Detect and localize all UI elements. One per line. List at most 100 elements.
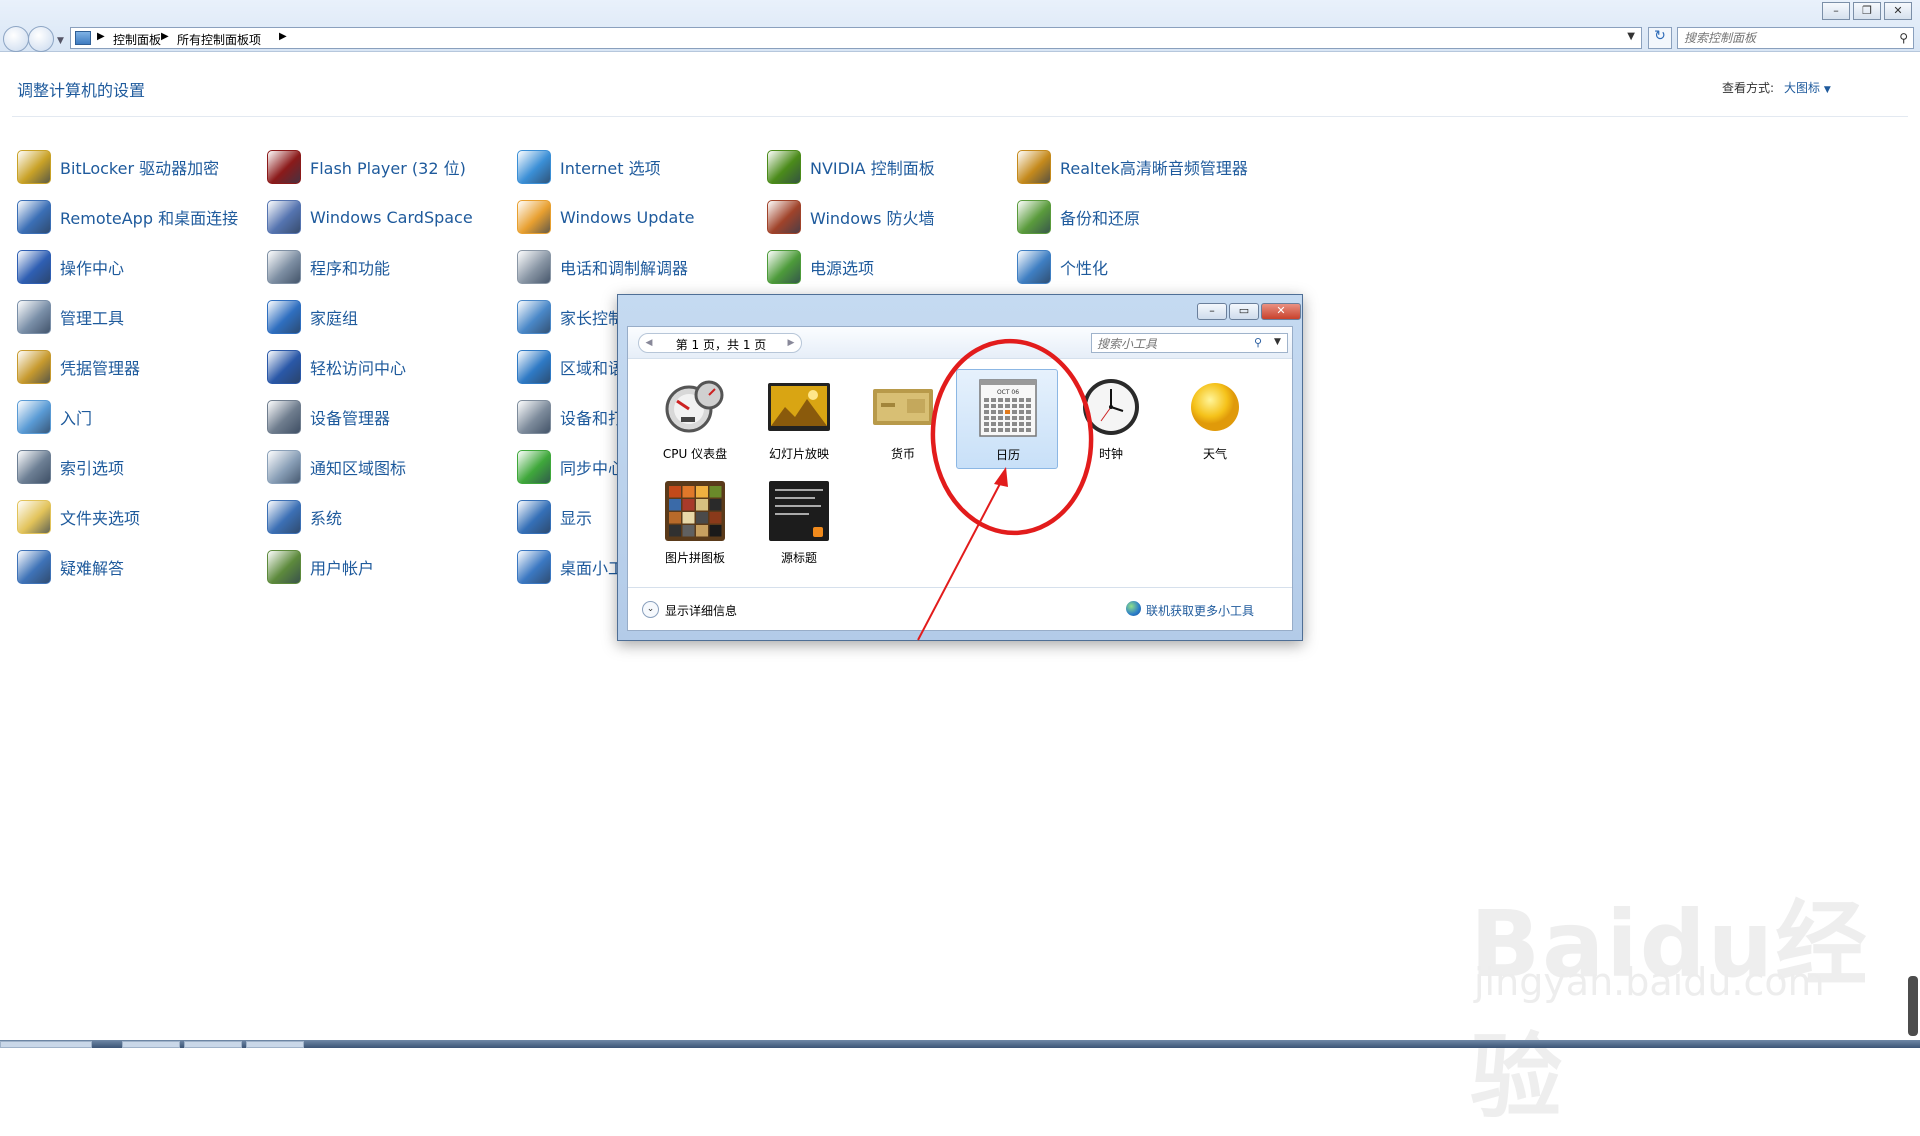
control-panel-item-label[interactable]: 轻松访问中心 xyxy=(310,355,406,379)
control-panel-item[interactable]: Flash Player (32 位) xyxy=(267,150,466,184)
control-panel-item-label[interactable]: 通知区域图标 xyxy=(310,455,406,479)
control-panel-item[interactable]: 凭据管理器 xyxy=(17,350,140,384)
gadget-feed-headlines[interactable]: 源标题 xyxy=(748,473,850,573)
maximize-button[interactable]: ❐ xyxy=(1853,2,1881,20)
chevron-right-icon[interactable]: ▶ xyxy=(97,31,105,42)
control-panel-item-label[interactable]: 家长控制 xyxy=(560,305,624,329)
show-details-button[interactable]: ⌄ xyxy=(642,601,659,618)
dialog-maximize-button[interactable]: ▭ xyxy=(1229,303,1259,320)
breadcrumb[interactable]: ▶ 控制面板 ▶ 所有控制面板项 ▶ ▼ xyxy=(70,27,1642,49)
close-button[interactable]: ✕ xyxy=(1884,2,1912,20)
control-panel-item[interactable]: Windows 防火墙 xyxy=(767,200,935,234)
breadcrumb-control-panel[interactable]: 控制面板 xyxy=(113,31,161,48)
control-panel-item-label[interactable]: 操作中心 xyxy=(60,255,124,279)
control-panel-item[interactable]: 家长控制 xyxy=(517,300,624,334)
control-panel-item-label[interactable]: Realtek高清晰音频管理器 xyxy=(1060,155,1248,179)
control-panel-item-label[interactable]: 个性化 xyxy=(1060,255,1108,279)
control-panel-item[interactable]: 家庭组 xyxy=(267,300,358,334)
control-panel-item-label[interactable]: 电源选项 xyxy=(810,255,874,279)
control-panel-item-label[interactable]: Windows 防火墙 xyxy=(810,205,935,229)
recent-pages-dropdown-icon[interactable]: ▼ xyxy=(57,36,64,46)
gadget-cpu-meter[interactable]: CPU 仪表盘 xyxy=(644,369,746,469)
gadget-clock[interactable]: 时钟 xyxy=(1060,369,1162,469)
control-panel-item[interactable]: 系统 xyxy=(267,500,342,534)
gadget-currency[interactable]: 货币 xyxy=(852,369,954,469)
control-panel-item-label[interactable]: RemoteApp 和桌面连接 xyxy=(60,205,238,229)
chevron-down-icon[interactable]: ▼ xyxy=(1274,337,1281,347)
dialog-minimize-button[interactable]: – xyxy=(1197,303,1227,320)
control-panel-item[interactable]: NVIDIA 控制面板 xyxy=(767,150,935,184)
control-panel-item[interactable]: 管理工具 xyxy=(17,300,124,334)
control-panel-item[interactable]: RemoteApp 和桌面连接 xyxy=(17,200,238,234)
control-panel-item[interactable]: 轻松访问中心 xyxy=(267,350,406,384)
control-panel-item-label[interactable]: 系统 xyxy=(310,505,342,529)
control-panel-item-label[interactable]: 电话和调制解调器 xyxy=(560,255,688,279)
control-panel-item[interactable]: 个性化 xyxy=(1017,250,1108,284)
gadget-slideshow[interactable]: 幻灯片放映 xyxy=(748,369,850,469)
control-panel-item-label[interactable]: 凭据管理器 xyxy=(60,355,140,379)
control-panel-item-label[interactable]: 显示 xyxy=(560,505,592,529)
control-panel-item[interactable]: 设备管理器 xyxy=(267,400,390,434)
control-panel-item[interactable]: BitLocker 驱动器加密 xyxy=(17,150,219,184)
control-panel-item-label[interactable]: 文件夹选项 xyxy=(60,505,140,529)
control-panel-item-label[interactable]: NVIDIA 控制面板 xyxy=(810,155,935,179)
control-panel-item[interactable]: 显示 xyxy=(517,500,592,534)
control-panel-item-label[interactable]: Windows Update xyxy=(560,208,694,227)
address-dropdown-icon[interactable]: ▼ xyxy=(1627,31,1635,42)
next-page-icon[interactable]: ▶ xyxy=(784,336,798,350)
control-panel-item-label[interactable]: 用户帐户 xyxy=(310,555,374,579)
gadget-search-input[interactable] xyxy=(1092,335,1242,353)
control-panel-item[interactable]: Realtek高清晰音频管理器 xyxy=(1017,150,1248,184)
taskbar-button[interactable] xyxy=(122,1041,180,1048)
taskbar-button[interactable] xyxy=(184,1041,242,1048)
back-button[interactable] xyxy=(3,26,29,52)
control-panel-item[interactable]: Internet 选项 xyxy=(517,150,661,184)
control-panel-item[interactable]: Windows Update xyxy=(517,200,694,234)
get-more-gadgets-link[interactable]: 联机获取更多小工具 xyxy=(1146,602,1254,619)
control-panel-item-label[interactable]: Flash Player (32 位) xyxy=(310,155,466,179)
chevron-right-icon[interactable]: ▶ xyxy=(279,31,287,42)
start-button[interactable] xyxy=(0,1041,92,1048)
control-panel-item-label[interactable]: 备份和还原 xyxy=(1060,205,1140,229)
search-box[interactable]: ⚲ xyxy=(1677,27,1914,49)
chevron-right-icon[interactable]: ▶ xyxy=(161,31,169,42)
gadget-picture-puzzle[interactable]: 图片拼图板 xyxy=(644,473,746,573)
control-panel-item[interactable]: 同步中心 xyxy=(517,450,624,484)
control-panel-item-label[interactable]: Internet 选项 xyxy=(560,155,661,179)
control-panel-item-label[interactable]: 入门 xyxy=(60,405,92,429)
search-icon[interactable]: ⚲ xyxy=(1899,31,1908,45)
view-by-dropdown[interactable]: 大图标 ▼ xyxy=(1784,79,1831,96)
control-panel-item[interactable]: 通知区域图标 xyxy=(267,450,406,484)
control-panel-item[interactable]: 疑难解答 xyxy=(17,550,124,584)
control-panel-item[interactable]: 程序和功能 xyxy=(267,250,390,284)
control-panel-item[interactable]: 文件夹选项 xyxy=(17,500,140,534)
control-panel-item-label[interactable]: BitLocker 驱动器加密 xyxy=(60,155,219,179)
chevron-down-icon[interactable]: ▼ xyxy=(1824,85,1831,95)
control-panel-item[interactable]: 备份和还原 xyxy=(1017,200,1140,234)
search-icon[interactable]: ⚲ xyxy=(1254,336,1262,349)
control-panel-item-label[interactable]: 设备管理器 xyxy=(310,405,390,429)
control-panel-item[interactable]: 电源选项 xyxy=(767,250,874,284)
control-panel-item-label[interactable]: 家庭组 xyxy=(310,305,358,329)
minimize-button[interactable]: – xyxy=(1822,2,1850,20)
control-panel-item[interactable]: 用户帐户 xyxy=(267,550,374,584)
control-panel-item-label[interactable]: 同步中心 xyxy=(560,455,624,479)
gadget-weather[interactable]: 天气 xyxy=(1164,369,1266,469)
gadget-calendar[interactable]: OCT 06 日历 xyxy=(956,369,1058,469)
control-panel-item[interactable]: 电话和调制解调器 xyxy=(517,250,688,284)
taskbar-button[interactable] xyxy=(246,1041,304,1048)
search-input[interactable] xyxy=(1678,28,1878,48)
forward-button[interactable] xyxy=(28,26,54,52)
control-panel-item[interactable]: 入门 xyxy=(17,400,92,434)
control-panel-item-label[interactable]: 管理工具 xyxy=(60,305,124,329)
dialog-close-button[interactable]: ✕ xyxy=(1261,303,1301,320)
control-panel-item-label[interactable]: 疑难解答 xyxy=(60,555,124,579)
control-panel-item[interactable]: Windows CardSpace xyxy=(267,200,473,234)
control-panel-item-label[interactable]: 索引选项 xyxy=(60,455,124,479)
scrollbar-thumb[interactable] xyxy=(1908,976,1918,1036)
view-by-value[interactable]: 大图标 xyxy=(1784,81,1820,95)
gadget-search-box[interactable]: ⚲ ▼ xyxy=(1091,333,1288,353)
control-panel-item[interactable]: 索引选项 xyxy=(17,450,124,484)
control-panel-item-label[interactable]: Windows CardSpace xyxy=(310,208,473,227)
breadcrumb-all-items[interactable]: 所有控制面板项 xyxy=(177,31,261,48)
